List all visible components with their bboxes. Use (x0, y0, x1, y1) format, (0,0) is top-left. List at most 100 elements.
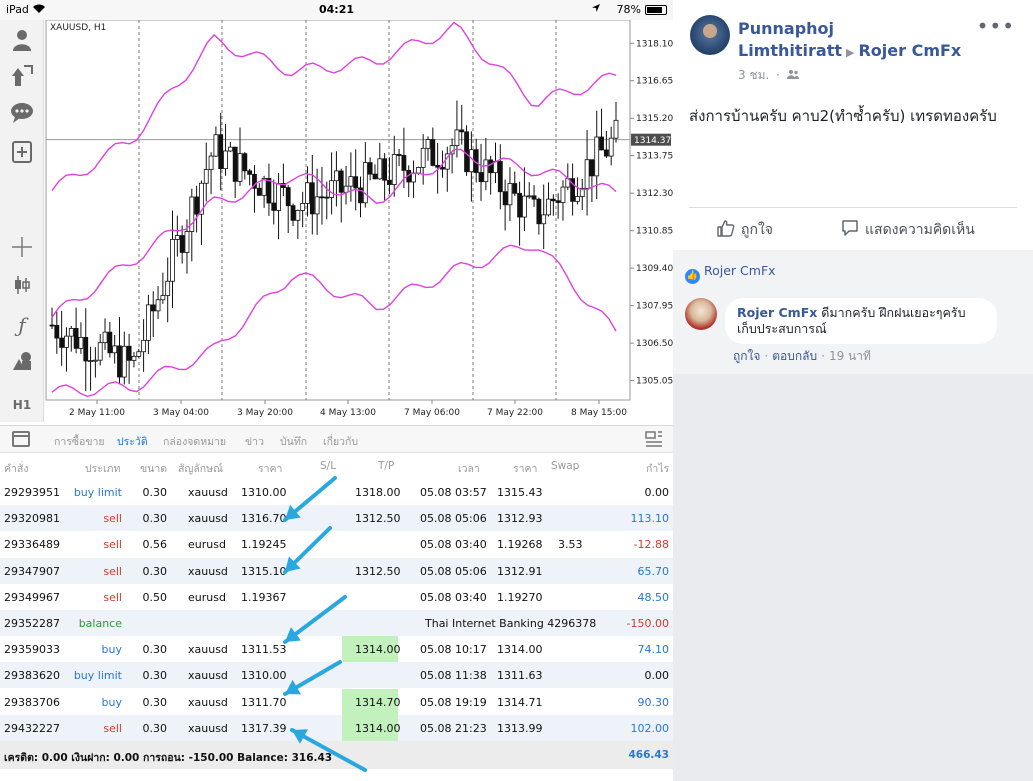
post-time[interactable]: 3 ชม. (738, 68, 769, 82)
history-row[interactable]: 29352287 balance Thai Internet Banking 429… (0, 610, 673, 636)
candle-body (290, 205, 296, 221)
candle-body (584, 159, 590, 189)
post-text: ส่งการบ้านครับ คาบ2(ทำซ้ำครับ) เทรดทองคร… (689, 107, 997, 125)
candle-body (594, 136, 600, 177)
history-row[interactable]: 29336489 sell 0.56 eurusd 1.19245 05.08 03:40… (0, 531, 673, 557)
cell-size: 0.30 (142, 643, 168, 657)
split-view-icon[interactable] (645, 431, 663, 447)
candle-body (488, 159, 494, 174)
candle-body (285, 187, 291, 207)
candle-body (319, 196, 325, 199)
history-row[interactable]: 29359033 buy 0.30 xauusd 1311.53 1314.00 05.08… (0, 636, 673, 663)
candle-body (112, 345, 118, 354)
add-window-icon[interactable] (9, 140, 35, 166)
candle-body (603, 149, 609, 157)
cell-order: 29432227 (4, 721, 60, 735)
history-row[interactable]: 29432227 sell 0.30 xauusd 1317.39 1314.00 05.0… (0, 714, 673, 741)
indicators-icon[interactable] (9, 274, 35, 300)
history-row[interactable]: 29347907 sell 0.30 xauusd 1315.10 1312.50 05.0… (0, 557, 673, 584)
cell-price: 1311.70 (241, 695, 287, 709)
commenter-avatar[interactable] (685, 298, 717, 330)
target-name[interactable]: Rojer CmFx (858, 41, 961, 60)
cell-tp: 1312.50 (355, 564, 401, 578)
candlestick-chart[interactable]: 1318.10 1316.65 1315.20 1313.75 1312.30 1310.… (44, 20, 673, 422)
price-chart[interactable]: 1318.10 1316.65 1315.20 1313.75 1312.30 1310.… (44, 20, 673, 422)
timeframe-label[interactable]: H1 (9, 392, 35, 418)
account-summary: เครดิต: 0.00 เงินฝาก: 0.00 การถอน: -150.… (4, 752, 333, 764)
x-tick-label: 7 May 06:00 (404, 408, 460, 418)
comment-reply-link[interactable]: ตอบกลับ (772, 349, 817, 363)
cell-time: 05.08 05:06 (420, 564, 487, 578)
candle-body (64, 335, 69, 348)
history-row[interactable]: 29383706 buy 0.30 xauusd 1311.70 1314.70 05.08… (0, 688, 673, 715)
y-tick-label: 1316.65 (636, 77, 673, 87)
candle-body (126, 345, 132, 361)
more-options-button[interactable]: ••• (977, 14, 1015, 38)
function-icon[interactable]: ƒ (9, 312, 35, 338)
arrow-icon[interactable] (9, 64, 35, 90)
candle-body (536, 198, 542, 225)
chat-icon[interactable] (9, 102, 35, 128)
like-reaction-icon: 👍 (685, 269, 700, 284)
cell-type: sell (103, 564, 122, 578)
comment-button[interactable]: แสดงความคิดเห็น (841, 219, 975, 241)
candle-body (194, 196, 200, 215)
candle-body (425, 139, 431, 149)
author-name[interactable]: Punnaphoj Limthitiratt (738, 19, 842, 60)
candle-body (261, 178, 267, 196)
candle-body (507, 183, 513, 206)
post-divider (689, 207, 1017, 208)
cell-symbol: xauusd (188, 669, 228, 683)
candle-body (97, 342, 103, 361)
account-icon[interactable] (9, 28, 35, 54)
history-row[interactable]: 29383620 buy limit 0.30 xauusd 1310.00 05.08 … (0, 662, 673, 689)
candle-body (550, 198, 556, 202)
cell-time: 05.08 03:40 (420, 538, 487, 552)
total-profit: 466.43 (628, 749, 669, 761)
like-button[interactable]: ถูกใจ (717, 219, 773, 241)
candle-body (189, 196, 195, 232)
current-price-label: 1314.37 (634, 136, 671, 146)
calendar-icon[interactable] (12, 431, 30, 447)
comment-time[interactable]: 19 นาที (829, 349, 871, 363)
cell-close-price: 1314.71 (497, 695, 543, 709)
y-tick-label: 1306.50 (636, 339, 673, 349)
tab-history[interactable]: ประวัติ (117, 433, 148, 450)
candle-body (541, 214, 547, 225)
comment-like-link[interactable]: ถูกใจ (733, 349, 760, 363)
tab-trade[interactable]: การซื้อขาย (54, 433, 105, 450)
candle-body (102, 331, 108, 344)
candle-body (73, 328, 79, 349)
candle-body (237, 153, 243, 182)
tab-mailbox[interactable]: กล่องจดหมาย (163, 433, 226, 450)
page-reaction[interactable]: 👍 Rojer CmFx (685, 263, 776, 284)
history-row[interactable]: 29320981 sell 0.30 xauusd 1316.70 1312.50 05.0… (0, 505, 673, 532)
cell-symbol: xauusd (188, 643, 228, 657)
cell-profit: 0.00 (644, 486, 670, 499)
cell-close-price: 1311.63 (497, 669, 543, 683)
author-avatar[interactable] (690, 15, 730, 55)
cell-symbol: xauusd (188, 486, 228, 499)
history-row[interactable]: 29293951 buy limit 0.30 xauusd 1310.00 1318.0… (0, 479, 673, 505)
col-swap: Swap (551, 460, 580, 472)
history-row[interactable]: 29349967 sell 0.50 eurusd 1.19367 05.08 03:40… (0, 584, 673, 610)
candle-body (464, 131, 469, 173)
candle-body (146, 304, 151, 341)
cell-symbol: xauusd (188, 695, 228, 709)
candle-body (59, 337, 65, 348)
candle-body (522, 195, 527, 218)
cell-order: 29383620 (4, 669, 60, 683)
tab-news[interactable]: ข่าว (245, 433, 264, 450)
cell-tp: 1314.00 (355, 721, 401, 735)
objects-icon[interactable] (9, 350, 35, 376)
candle-body (136, 351, 142, 357)
tab-journal[interactable]: บันทึก (280, 433, 307, 450)
candle-body (266, 178, 272, 204)
crosshair-icon[interactable] (9, 236, 35, 262)
tab-about[interactable]: เกี่ยวกับ (323, 433, 358, 450)
cell-close-price: 1315.43 (497, 486, 543, 499)
candle-body (608, 137, 614, 157)
candle-body (305, 182, 310, 204)
x-tick-label: 2 May 11:00 (69, 408, 125, 418)
commenter-name[interactable]: Rojer CmFx (737, 305, 817, 320)
